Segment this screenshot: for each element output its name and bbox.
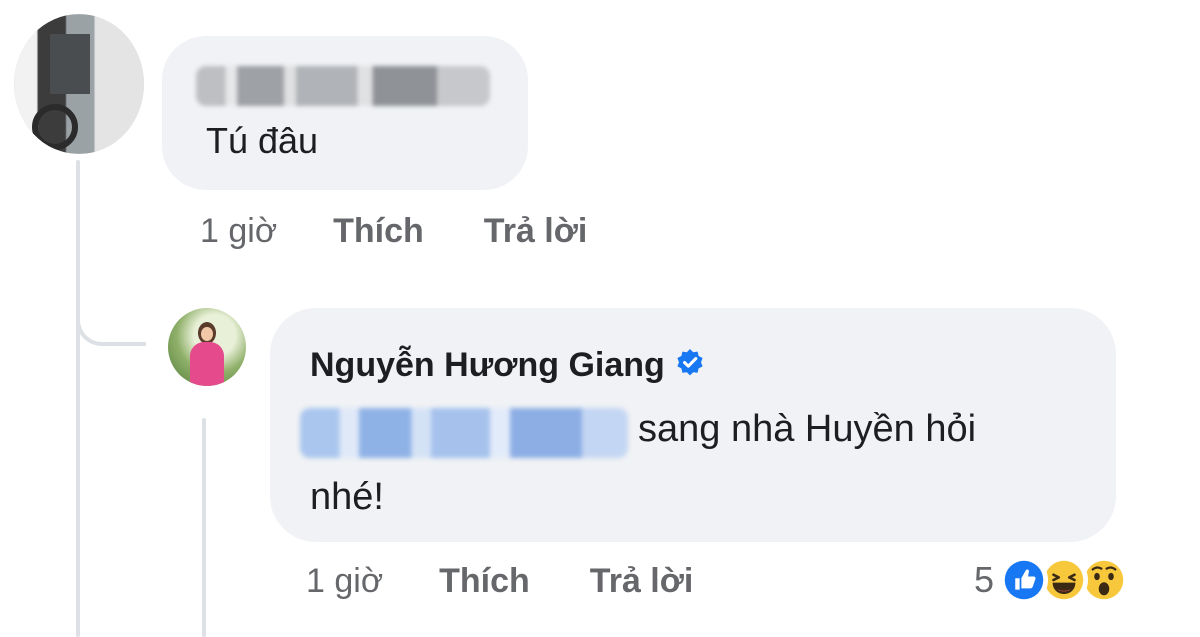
reply-thread-line [202, 418, 206, 637]
reactions-summary[interactable]: 5 [974, 556, 1129, 604]
comment-actions: 1 giờ Thích Trả lời [200, 212, 647, 251]
avatar[interactable] [14, 14, 144, 154]
reply-thread-connector [76, 290, 146, 346]
reaction-count: 5 [974, 559, 995, 600]
like-button[interactable]: Thích [439, 562, 530, 601]
comment-bubble: Nguyễn Hương Giang sang nhà Huyền hỏi nh… [270, 308, 1116, 542]
avatar-pixel-block [50, 34, 90, 94]
like-button[interactable]: Thích [333, 212, 424, 251]
avatar[interactable] [168, 308, 246, 386]
avatar-dress [190, 342, 224, 386]
comment-timestamp[interactable]: 1 giờ [200, 212, 277, 251]
comment-text-line: sang nhà Huyền hỏi [638, 408, 977, 450]
reply-button[interactable]: Trả lời [590, 562, 694, 601]
comment-text-line: nhé! [310, 476, 384, 518]
author-name-blurred[interactable] [196, 66, 490, 106]
like-icon [1000, 556, 1049, 604]
avatar-wheel-shape [32, 104, 78, 150]
mention-tag-blurred[interactable] [300, 408, 628, 458]
reply-button[interactable]: Trả lời [484, 212, 588, 251]
comment-timestamp[interactable]: 1 giờ [306, 562, 383, 601]
avatar-face [201, 327, 213, 341]
thread-line [76, 160, 80, 637]
author-name[interactable]: Nguyễn Hương Giang [310, 346, 665, 385]
comment-bubble: Tú đâu [162, 36, 528, 190]
comment-text: Tú đâu [206, 120, 319, 161]
author-row: Nguyễn Hương Giang [310, 346, 705, 385]
verified-badge-icon [675, 348, 705, 383]
comment-actions: 1 giờ Thích Trả lời [306, 562, 753, 601]
